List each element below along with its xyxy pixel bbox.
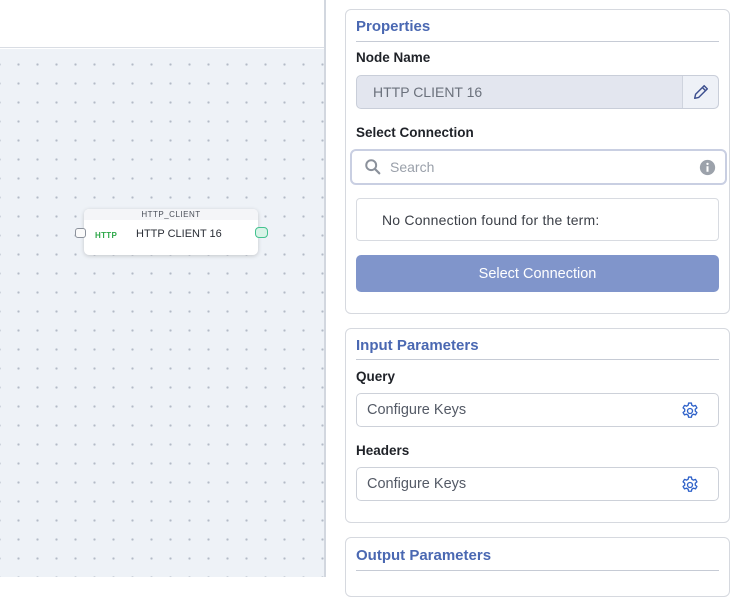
divider [356, 570, 719, 571]
edit-node-name-button[interactable] [682, 76, 718, 108]
no-connection-text: No Connection found for the term: [382, 212, 600, 228]
node-name-value: HTTP CLIENT 16 [373, 84, 483, 100]
input-parameters-panel: Input Parameters Query Configure Keys He… [345, 328, 730, 523]
headers-configure-field[interactable]: Configure Keys [356, 467, 719, 501]
canvas-toolbar [0, 0, 324, 48]
search-icon [365, 159, 381, 175]
pencil-icon [693, 84, 708, 100]
headers-label: Headers [356, 443, 410, 458]
query-configure-field[interactable]: Configure Keys [356, 393, 719, 427]
connection-search-input[interactable] [390, 157, 690, 177]
gear-icon[interactable] [680, 475, 700, 495]
http-badge: HTTP [95, 231, 118, 240]
no-connection-message: No Connection found for the term: [356, 198, 719, 241]
node-label: HTTP CLIENT 16 [136, 228, 222, 240]
select-connection-button[interactable]: Select Connection [356, 255, 719, 292]
query-label: Query [356, 369, 396, 384]
properties-title: Properties [356, 18, 431, 35]
info-icon[interactable] [699, 159, 716, 176]
query-configure-text: Configure Keys [367, 402, 467, 418]
canvas-grid[interactable] [0, 49, 324, 577]
node-input-port[interactable] [75, 228, 86, 238]
gear-icon[interactable] [680, 401, 700, 421]
properties-panel: Properties Node Name HTTP CLIENT 16 Sele… [345, 9, 730, 314]
node-type-label: HTTP_CLIENT [84, 209, 258, 220]
divider [356, 41, 719, 42]
output-parameters-title: Output Parameters [356, 547, 492, 564]
panel-divider[interactable] [324, 0, 326, 577]
input-parameters-title: Input Parameters [356, 337, 479, 354]
divider [356, 359, 719, 360]
connection-search-field [350, 149, 727, 185]
output-parameters-panel: Output Parameters [345, 537, 730, 597]
http-client-node[interactable]: HTTP_CLIENT HTTP HTTP CLIENT 16 [84, 209, 258, 255]
select-connection-label: Select Connection [356, 125, 474, 140]
headers-configure-text: Configure Keys [367, 476, 467, 492]
flow-canvas[interactable]: HTTP_CLIENT HTTP HTTP CLIENT 16 [0, 0, 324, 577]
node-name-label: Node Name [356, 50, 431, 65]
node-output-port[interactable] [255, 227, 268, 238]
node-name-field: HTTP CLIENT 16 [356, 75, 719, 109]
